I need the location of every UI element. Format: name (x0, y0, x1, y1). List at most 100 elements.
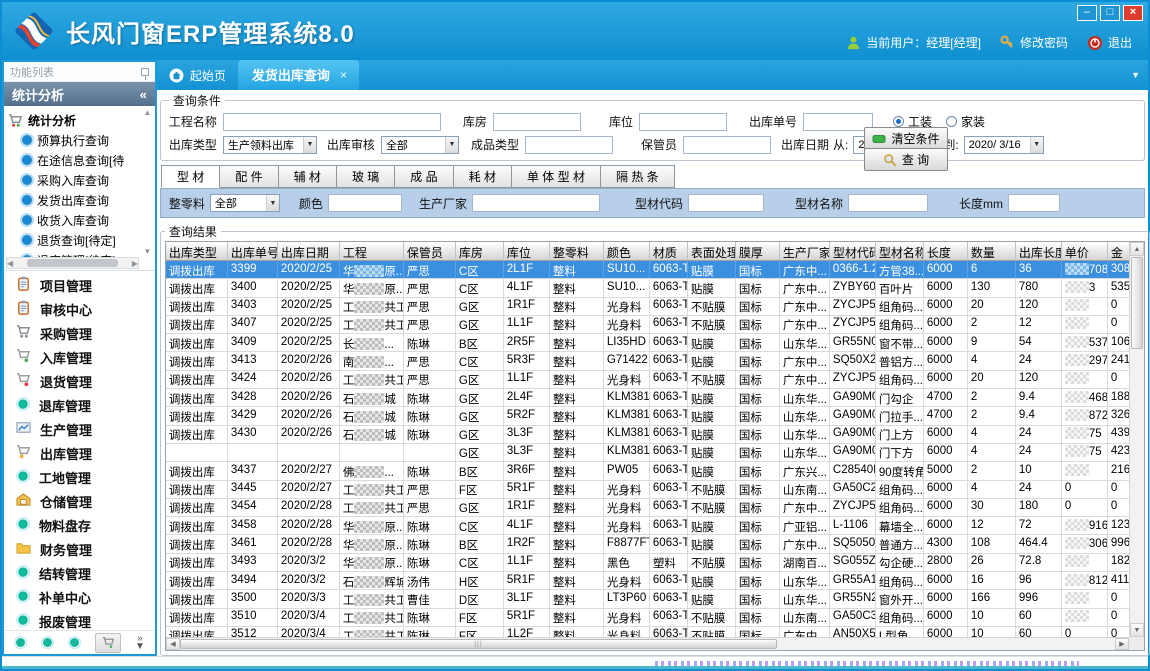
sidebar-item-项目管理[interactable]: 项目管理 (4, 273, 155, 297)
profile-code-input[interactable] (688, 194, 764, 212)
column-header-型材名称[interactable]: 型材名称 (876, 242, 924, 260)
scroll-right-icon[interactable]: ▶ (132, 259, 138, 268)
sidebar-item-退库管理[interactable]: 退库管理 (4, 393, 155, 417)
material-tab-单体型材[interactable]: 单 体 型 材 (512, 165, 601, 188)
table-row[interactable]: 调拨出库34612020/2/28华原...陈琳B区1R2F整料F8877FT6… (166, 535, 1144, 553)
column-header-库位[interactable]: 库位 (504, 242, 550, 260)
order-no-input[interactable] (803, 113, 873, 131)
column-header-数量[interactable]: 数量 (968, 242, 1016, 260)
pin-icon[interactable] (141, 68, 149, 76)
sidebar-item-结转管理[interactable]: 结转管理 (4, 561, 155, 585)
color-input[interactable] (328, 194, 402, 212)
material-tab-隔热条[interactable]: 隔 热 条 (601, 165, 675, 188)
dot-icon[interactable] (68, 636, 81, 649)
sidebar-item-生产管理[interactable]: 生产管理 (4, 417, 155, 441)
sidebar-item-补单中心[interactable]: 补单中心 (4, 585, 155, 609)
table-row[interactable]: 调拨出库34032020/2/25工共工程严思G区1R1F整料光身料6063-T… (166, 298, 1144, 316)
sidebar-item-报废管理[interactable]: 报废管理 (4, 609, 155, 630)
tree-item-在途信息查询[待[interactable]: 在途信息查询[待 (8, 150, 139, 170)
column-header-长度[interactable]: 长度 (924, 242, 968, 260)
scroll-left-icon[interactable]: ◀ (166, 638, 180, 650)
tree-item-预算执行查询[interactable]: 预算执行查询 (8, 130, 139, 150)
dot-icon[interactable] (14, 636, 27, 649)
table-row[interactable]: 调拨出库35002020/3/3工共工程曹佳D区3L1F整料LT3P606063… (166, 590, 1144, 608)
table-row[interactable]: 调拨出库34372020/2/27佛...陈琳B区3R6F整料PW056063-… (166, 462, 1144, 480)
dot-icon[interactable] (41, 636, 54, 649)
radio-jiazhuang[interactable]: 家装 (946, 113, 985, 130)
close-button[interactable]: × (1123, 5, 1143, 21)
sidebar-section-header[interactable]: 统计分析 « (4, 82, 155, 106)
table-row[interactable]: 调拨出库34292020/2/26石城陈琳G区5R2F整料KLM38176063… (166, 407, 1144, 425)
tree-item-收货入库查询[interactable]: 收货入库查询 (8, 210, 139, 230)
cart-shortcut-button[interactable] (95, 633, 121, 653)
tree-item-采购入库查询[interactable]: 采购入库查询 (8, 170, 139, 190)
sidebar-item-物料盘存[interactable]: 物料盘存 (4, 513, 155, 537)
audit-select[interactable]: 全部▼ (381, 136, 459, 154)
project-name-input[interactable] (223, 113, 441, 131)
date-to-select[interactable]: 2020/ 3/16▼ (964, 136, 1044, 154)
column-header-材质[interactable]: 材质 (650, 242, 688, 260)
column-header-保管员[interactable]: 保管员 (404, 242, 456, 260)
material-tab-耗材[interactable]: 耗 材 (454, 165, 512, 188)
material-tab-辅材[interactable]: 辅 材 (279, 165, 337, 188)
sidebar-item-工地管理[interactable]: 工地管理 (4, 465, 155, 489)
tab-list-caret-icon[interactable]: ▼ (1131, 70, 1140, 80)
close-icon[interactable]: × (340, 68, 347, 82)
minimize-button[interactable]: – (1077, 5, 1097, 21)
table-row[interactable]: G区3L3F整料KLM38176063-T5贴膜国标山东华...GA90M09.… (166, 444, 1144, 462)
scrollbar-thumb[interactable]: ||| (180, 639, 777, 649)
sidebar-item-退货管理[interactable]: 退货管理 (4, 369, 155, 393)
length-input[interactable] (1008, 194, 1060, 212)
vertical-scrollbar[interactable]: ▲ ▼ (1129, 242, 1144, 637)
table-row[interactable]: 调拨出库34452020/2/27工共工程严思F区5R1F整料光身料6063-T… (166, 481, 1144, 499)
logout-button[interactable]: 退出 (1087, 34, 1132, 51)
scroll-right-icon[interactable]: ▶ (1115, 638, 1129, 650)
table-row[interactable]: 调拨出库34242020/2/26工共工程严思G区1L1F整料光身料6063-T… (166, 371, 1144, 389)
column-header-颜色[interactable]: 颜色 (604, 242, 650, 260)
sidebar-item-入库管理[interactable]: 入库管理 (4, 345, 155, 369)
column-header-单价[interactable]: 单价 (1062, 242, 1108, 260)
table-row[interactable]: 调拨出库34002020/2/25华原...严思C区4L1F整料SU10...6… (166, 279, 1144, 297)
scrollbar-thumb[interactable] (27, 259, 119, 267)
maximize-button[interactable]: □ (1100, 5, 1120, 21)
zhengling-select[interactable]: 全部▼ (210, 194, 280, 212)
scroll-left-icon[interactable]: ◀ (7, 259, 13, 268)
tree-horizontal-scrollbar[interactable]: ◀▶ (6, 257, 139, 269)
column-header-工程[interactable]: 工程 (340, 242, 404, 260)
sidebar-item-财务管理[interactable]: 财务管理 (4, 537, 155, 561)
table-row[interactable]: 调拨出库34092020/2/25长...陈琳B区2R5F整料LI35HD606… (166, 334, 1144, 352)
table-row[interactable]: 调拨出库34302020/2/26石城陈琳G区3L3F整料KLM38176063… (166, 426, 1144, 444)
location-input[interactable] (639, 113, 727, 131)
tree-item-发货出库查询[interactable]: 发货出库查询 (8, 190, 139, 210)
column-header-型材代码[interactable]: 型材代码 (830, 242, 876, 260)
column-header-表面处理[interactable]: 表面处理 (688, 242, 736, 260)
material-tab-成品[interactable]: 成 品 (395, 165, 453, 188)
table-row[interactable]: 调拨出库34132020/2/26南...严思C区5R3F整料G71422606… (166, 352, 1144, 370)
sidebar-item-审核中心[interactable]: 审核中心 (4, 297, 155, 321)
profile-name-input[interactable] (848, 194, 928, 212)
warehouse-input[interactable] (493, 113, 581, 131)
column-header-出库单号[interactable]: 出库单号 (228, 242, 278, 260)
table-row[interactable]: 调拨出库34282020/2/26石城陈琳G区2L4F整料KLM38176063… (166, 389, 1144, 407)
table-row[interactable]: 调拨出库33992020/2/25华原...严思C区2L1F整料SU10...6… (166, 261, 1144, 279)
clear-conditions-button[interactable]: 清空条件 (864, 127, 948, 150)
material-tab-玻璃[interactable]: 玻 璃 (337, 165, 395, 188)
tree-item-退货查询[待定][interactable]: 退货查询[待定] (8, 230, 139, 250)
table-row[interactable]: 调拨出库34932020/3/2华原...陈琳C区1L1F整料黑色塑料不贴膜国标… (166, 554, 1144, 572)
table-row[interactable]: 调拨出库35102020/3/4工共工程陈琳F区5R1F整料光身料6063-T5… (166, 609, 1144, 627)
scroll-down-icon[interactable]: ▼ (143, 247, 151, 256)
keeper-input[interactable] (683, 136, 771, 154)
sidebar-item-出库管理[interactable]: 出库管理 (4, 441, 155, 465)
collapse-icon[interactable]: « (140, 87, 147, 102)
column-header-库房[interactable]: 库房 (456, 242, 504, 260)
change-password-button[interactable]: 修改密码 (1000, 34, 1068, 51)
horizontal-scrollbar[interactable]: ◀ ||| ▶ (166, 637, 1129, 650)
material-tab-配件[interactable]: 配 件 (220, 165, 278, 188)
sidebar-item-采购管理[interactable]: 采购管理 (4, 321, 155, 345)
table-row[interactable]: 调拨出库34072020/2/25工共工程严思G区1L1F整料光身料6063-T… (166, 316, 1144, 334)
more-buttons-chevron[interactable]: »▼ (135, 635, 145, 651)
material-tab-型材[interactable]: 型 材 (161, 165, 220, 188)
sidebar-item-仓储管理[interactable]: 仓储管理 (4, 489, 155, 513)
search-button[interactable]: 查 询 (864, 148, 948, 171)
factory-input[interactable] (472, 194, 600, 212)
